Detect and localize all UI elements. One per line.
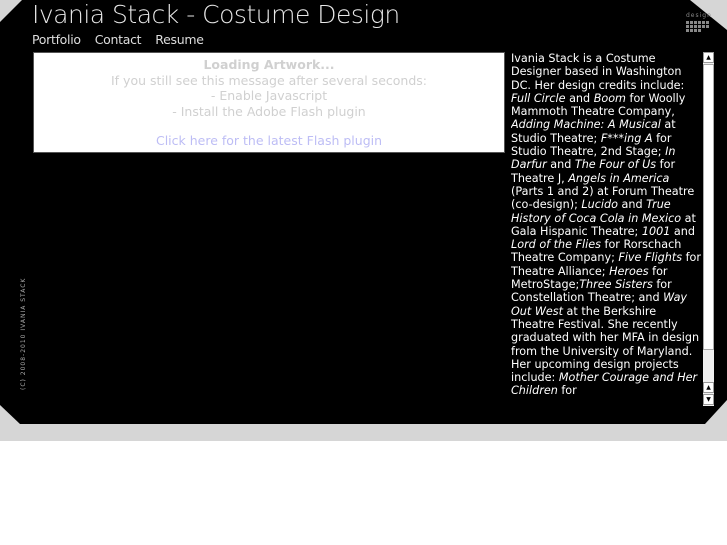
bio-title-italic: Heroes xyxy=(609,264,649,278)
logo-grid-icon xyxy=(686,21,714,32)
install-flash-text: - Install the Adobe Flash plugin xyxy=(172,103,366,119)
nav-contact[interactable]: Contact xyxy=(95,32,142,47)
bio-segment: for xyxy=(557,384,577,398)
bio-title-italic: Adding Machine: A Musical xyxy=(511,118,661,132)
bio-title-italic: The Four of Us xyxy=(574,158,657,172)
bio-text: Ivania Stack is a Costume Designer based… xyxy=(511,52,701,406)
bio-title-italic: Full Circle xyxy=(511,91,566,105)
scroll-thumb[interactable] xyxy=(703,64,714,350)
nav-resume[interactable]: Resume xyxy=(155,32,204,47)
bio-title-italic: Boom xyxy=(593,91,626,105)
bio-segment: and xyxy=(617,198,647,212)
nav-portfolio[interactable]: Portfolio xyxy=(32,32,81,47)
bio-segment: and xyxy=(670,224,695,238)
bio-title-italic: F***ing A xyxy=(600,131,653,145)
flash-download-link[interactable]: Click here for the latest Flash plugin xyxy=(34,133,504,149)
bio-scrollbar[interactable]: ▲ ▲ ▼ xyxy=(703,52,714,406)
logo-text: design xyxy=(686,12,712,19)
bio-segment: Ivania Stack is a Costume Designer based… xyxy=(511,52,685,92)
bio-title-italic: Three Sisters xyxy=(579,278,653,292)
bio-segment: and xyxy=(565,91,594,105)
site-title: Ivania Stack - Costume Design xyxy=(32,0,400,29)
main-nav: Portfolio Contact Resume xyxy=(32,32,204,47)
bio-segment: and xyxy=(546,158,575,172)
bio-title-italic: Lord of the Flies xyxy=(511,238,601,252)
bio-title-italic: Lucido xyxy=(581,198,618,212)
enable-js-text: - Enable Javascript xyxy=(210,88,328,103)
bio-title-italic: Five Flights xyxy=(618,251,683,265)
loading-message: If you still see this message after seve… xyxy=(111,72,427,88)
loading-heading: Loading Artwork... xyxy=(203,57,335,72)
bio-title-italic: 1001 xyxy=(641,224,671,238)
design-logo: design xyxy=(686,12,714,32)
flash-placeholder: Loading Artwork... If you still see this… xyxy=(33,52,505,153)
copyright: (C) 2008-2010 IVANIA STACK xyxy=(20,277,27,390)
bio-title-italic: Angels in America xyxy=(568,171,670,185)
scroll-up-button-lower[interactable]: ▲ xyxy=(703,382,714,393)
scroll-down-button[interactable]: ▼ xyxy=(703,394,714,405)
scroll-up-button[interactable]: ▲ xyxy=(703,52,714,63)
